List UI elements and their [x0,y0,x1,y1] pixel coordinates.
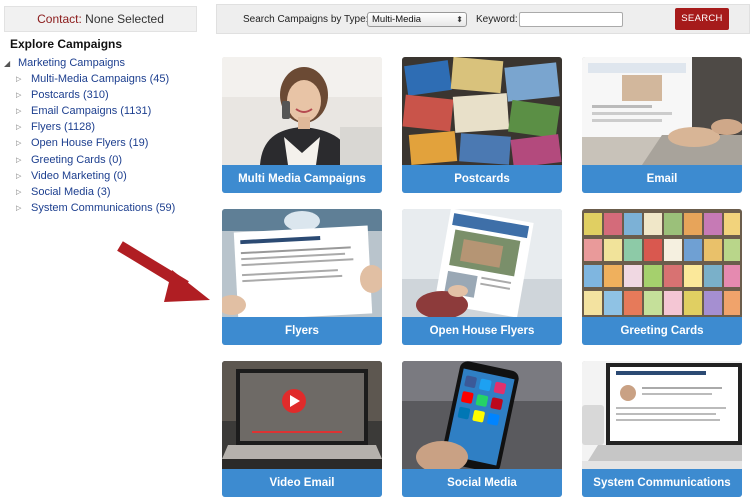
campaign-search-bar: Search Campaigns by Type: Multi-Media ⬍ … [216,4,750,34]
collapsed-triangle-icon[interactable]: ▷ [16,107,26,115]
card-multi-media-campaigns[interactable]: Multi Media Campaigns [222,57,382,193]
laptop-email-image [582,57,742,165]
card-system-communications[interactable]: System Communications [582,361,742,497]
collapsed-triangle-icon[interactable]: ▷ [16,204,26,212]
tree-item-multi-media[interactable]: ▷ Multi-Media Campaigns (45) [4,71,204,87]
search-type-label: Search Campaigns by Type: [243,14,369,25]
search-button[interactable]: SEARCH [675,8,729,30]
card-postcards[interactable]: Postcards [402,57,562,193]
tree-item-greeting-cards[interactable]: ▷ Greeting Cards (0) [4,151,204,167]
tree-item-label[interactable]: Email Campaigns (1131) [31,105,151,117]
collapsed-triangle-icon[interactable]: ▷ [16,156,26,164]
keyword-input[interactable] [519,12,623,27]
tree-item-label[interactable]: Postcards (310) [31,89,109,101]
tree-root-label[interactable]: Marketing Campaigns [18,57,125,69]
card-title[interactable]: Video Email [222,469,382,497]
businesswoman-phone-image [222,57,382,165]
tree-item-open-house-flyers[interactable]: ▷ Open House Flyers (19) [4,135,204,151]
tree-item-label[interactable]: Greeting Cards (0) [31,154,122,166]
greeting-cards-rack-image [582,209,742,317]
card-title[interactable]: System Communications [582,469,742,497]
card-email[interactable]: Email [582,57,742,193]
card-title[interactable]: Postcards [402,165,562,193]
contact-selector[interactable]: Contact: None Selected [4,6,197,32]
collapsed-triangle-icon[interactable]: ▷ [16,188,26,196]
card-title[interactable]: Flyers [222,317,382,345]
contact-label: Contact: [37,12,82,26]
tree-item-video-marketing[interactable]: ▷ Video Marketing (0) [4,168,204,184]
card-title[interactable]: Multi Media Campaigns [222,165,382,193]
tree-item-label[interactable]: Video Marketing (0) [31,170,127,182]
card-title[interactable]: Open House Flyers [402,317,562,345]
laptop-video-image [222,361,382,469]
card-social-media[interactable]: Social Media [402,361,562,497]
explore-campaigns-heading: Explore Campaigns [10,37,123,51]
tree-item-label[interactable]: Flyers (1128) [31,121,95,133]
card-greeting-cards[interactable]: Greeting Cards [582,209,742,345]
card-title[interactable]: Social Media [402,469,562,497]
tree-item-system-communications[interactable]: ▷ System Communications (59) [4,200,204,216]
select-arrows-icon: ⬍ [456,15,463,24]
expanded-triangle-icon[interactable]: ◢ [4,59,14,68]
card-video-email[interactable]: Video Email [222,361,382,497]
collapsed-triangle-icon[interactable]: ▷ [16,123,26,131]
collapsed-triangle-icon[interactable]: ▷ [16,91,26,99]
tree-item-label[interactable]: System Communications (59) [31,202,175,214]
tree-item-label[interactable]: Multi-Media Campaigns (45) [31,73,169,85]
tree-item-label[interactable]: Open House Flyers (19) [31,137,148,149]
laptop-loan-funded-image [582,361,742,469]
campaign-tree: ◢ Marketing Campaigns ▷ Multi-Media Camp… [4,55,204,216]
tree-item-postcards[interactable]: ▷ Postcards (310) [4,87,204,103]
tree-item-label[interactable]: Social Media (3) [31,186,110,198]
tree-item-flyers[interactable]: ▷ Flyers (1128) [4,119,204,135]
card-title[interactable]: Greeting Cards [582,317,742,345]
collapsed-triangle-icon[interactable]: ▷ [16,75,26,83]
tree-item-email-campaigns[interactable]: ▷ Email Campaigns (1131) [4,103,204,119]
contact-value: None Selected [85,12,164,26]
tree-item-social-media[interactable]: ▷ Social Media (3) [4,184,204,200]
open-house-flyer-image [402,209,562,317]
collapsed-triangle-icon[interactable]: ▷ [16,139,26,147]
pointer-arrow-icon [117,241,210,302]
keyword-label: Keyword: [476,14,518,25]
tree-root-marketing-campaigns[interactable]: ◢ Marketing Campaigns [4,55,204,71]
campaign-type-value: Multi-Media [372,14,422,25]
postcards-collage-image [402,57,562,165]
campaign-type-select[interactable]: Multi-Media ⬍ [367,12,467,27]
card-open-house-flyers[interactable]: Open House Flyers [402,209,562,345]
card-title[interactable]: Email [582,165,742,193]
flyer-document-image [222,209,382,317]
card-flyers[interactable]: Flyers [222,209,382,345]
smartphone-social-image [402,361,562,469]
collapsed-triangle-icon[interactable]: ▷ [16,172,26,180]
